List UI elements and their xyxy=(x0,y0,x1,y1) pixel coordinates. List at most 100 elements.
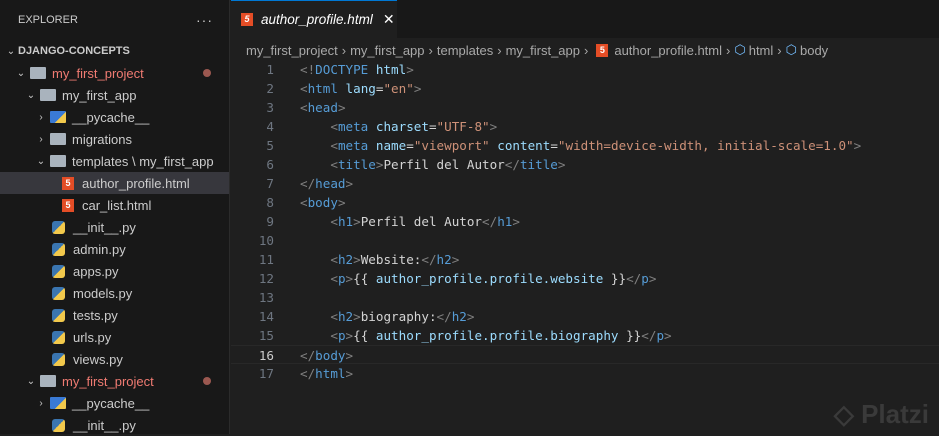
tree-item[interactable]: __init__.py xyxy=(0,216,229,238)
chevron-right-icon: › xyxy=(726,42,731,58)
modified-dot-icon xyxy=(203,69,211,77)
code-token: > xyxy=(466,309,475,324)
tree-item[interactable]: 5 car_list.html xyxy=(0,194,229,216)
tree-item[interactable]: ⌄ my_first_project xyxy=(0,370,229,392)
breadcrumb-item[interactable]: html xyxy=(749,43,774,58)
code-token: > xyxy=(353,309,361,324)
tree-item[interactable]: ⌄ my_first_app xyxy=(0,84,229,106)
tab-author-profile[interactable]: 5 author_profile.html ✕ xyxy=(231,0,397,38)
breadcrumb-item[interactable]: my_first_project xyxy=(246,43,338,58)
code-line[interactable]: 4 <meta charset="UTF-8"> xyxy=(231,117,939,136)
code-token: > xyxy=(557,157,566,172)
tree-item[interactable]: models.py xyxy=(0,282,229,304)
code-line[interactable]: 14 <h2>biography:</h2> xyxy=(231,307,939,326)
code-line[interactable]: 6 <title>Perfil del Autor</title> xyxy=(231,155,939,174)
tree-item[interactable]: __init__.py xyxy=(0,414,229,436)
code-line[interactable]: 5 <meta name="viewport" content="width=d… xyxy=(231,136,939,155)
tree-item-label: author_profile.html xyxy=(82,175,190,191)
tree-item-label: views.py xyxy=(73,351,123,367)
breadcrumb: my_first_project › my_first_app › templates ›… xyxy=(246,40,828,60)
code-token: h1 xyxy=(337,214,354,229)
code-line[interactable]: 3 <head> xyxy=(231,98,939,117)
chevron-down-icon: ⌄ xyxy=(6,45,16,57)
breadcrumb-item[interactable]: templates xyxy=(437,43,493,58)
code-token: </ xyxy=(421,252,437,267)
code-text: </head> xyxy=(274,174,353,193)
tree-item[interactable]: ⌄ my_first_project xyxy=(0,62,229,84)
code-line[interactable]: 16 </body> xyxy=(231,345,939,364)
folder-icon xyxy=(50,155,66,167)
python-file-icon xyxy=(52,352,65,366)
code-token: p xyxy=(656,328,665,343)
tree-item-label: my_first_app xyxy=(62,87,137,103)
tree-item[interactable]: admin.py xyxy=(0,238,229,260)
code-line[interactable]: 9 <h1>Perfil del Autor</h1> xyxy=(231,212,939,231)
tree-item[interactable]: › __pycache__ xyxy=(0,106,229,128)
breadcrumb-item[interactable]: author_profile.html xyxy=(614,43,722,58)
folder-icon xyxy=(30,67,46,79)
tree-item[interactable]: ⌄ templates \ my_first_app xyxy=(0,150,229,172)
tree-item[interactable]: › __pycache__ xyxy=(0,392,229,414)
html-file-icon: 5 xyxy=(596,43,609,57)
file-tree: ⌄ my_first_project ⌄ my_first_app › __pycache… xyxy=(0,62,229,436)
tree-item-label: apps.py xyxy=(73,263,119,279)
code-token: h2 xyxy=(436,252,452,267)
code-token: content xyxy=(497,138,551,153)
code-token: body xyxy=(307,195,338,210)
tree-item[interactable]: › migrations xyxy=(0,128,229,150)
code-token: < xyxy=(330,214,338,229)
code-line[interactable]: 17 </html> xyxy=(231,364,939,383)
tree-item[interactable]: views.py xyxy=(0,348,229,370)
code-token: head xyxy=(307,100,338,115)
html-file-icon: 5 xyxy=(62,198,74,212)
code-token: > xyxy=(337,100,346,115)
code-text: <h1>Perfil del Autor</h1> xyxy=(274,212,520,231)
code-token: h2 xyxy=(451,309,467,324)
code-line[interactable]: 13 xyxy=(231,288,939,307)
code-line[interactable]: 11 <h2>Website:</h2> xyxy=(231,250,939,269)
breadcrumb-item[interactable]: body xyxy=(800,43,828,58)
tree-item[interactable]: 5 author_profile.html xyxy=(0,172,229,194)
code-line[interactable]: 2 <html lang="en"> xyxy=(231,79,939,98)
code-text: <h2>Website:</h2> xyxy=(274,250,459,269)
tree-item[interactable]: apps.py xyxy=(0,260,229,282)
line-number: 10 xyxy=(258,233,274,248)
tree-item-label: models.py xyxy=(73,285,133,301)
chevron-right-icon: › xyxy=(777,42,782,58)
breadcrumb-item[interactable]: my_first_app xyxy=(350,43,424,58)
python-file-icon xyxy=(52,264,65,278)
close-icon[interactable]: ✕ xyxy=(383,11,395,28)
code-text: <title>Perfil del Autor</title> xyxy=(274,155,565,174)
code-line[interactable]: 7 </head> xyxy=(231,174,939,193)
code-token: > xyxy=(512,214,520,229)
workspace-root[interactable]: ⌄ DJANGO-CONCEPTS xyxy=(0,40,229,62)
tree-item[interactable]: urls.py xyxy=(0,326,229,348)
line-number: 8 xyxy=(266,195,274,210)
code-line[interactable]: 8 <body> xyxy=(231,193,939,212)
chevron-down-icon: ⌄ xyxy=(36,155,46,167)
more-actions-icon[interactable]: ··· xyxy=(196,12,213,28)
code-line[interactable]: 12 <p>{{ author_profile.profile.website … xyxy=(231,269,939,288)
code-line[interactable]: 1 <!DOCTYPE html> xyxy=(231,60,939,79)
line-number: 15 xyxy=(258,328,274,343)
code-line[interactable]: 10 xyxy=(231,231,939,250)
explorer-header: EXPLORER ··· xyxy=(0,0,229,40)
code-editor[interactable]: 1 <!DOCTYPE html> 2 <html lang="en"> 3 <head>… xyxy=(231,60,939,383)
code-token: < xyxy=(330,157,338,172)
tree-item[interactable]: tests.py xyxy=(0,304,229,326)
code-text: <meta name="viewport" content="width=dev… xyxy=(274,136,861,155)
code-line[interactable]: 15 <p>{{ author_profile.profile.biograph… xyxy=(231,326,939,345)
tree-item-label: __init__.py xyxy=(73,219,136,235)
folder-icon xyxy=(40,89,56,101)
chevron-down-icon: ⌄ xyxy=(16,67,26,79)
breadcrumb-item[interactable]: my_first_app xyxy=(506,43,580,58)
code-text: <head> xyxy=(274,98,346,117)
python-file-icon xyxy=(52,286,65,300)
chevron-right-icon: › xyxy=(497,42,502,58)
